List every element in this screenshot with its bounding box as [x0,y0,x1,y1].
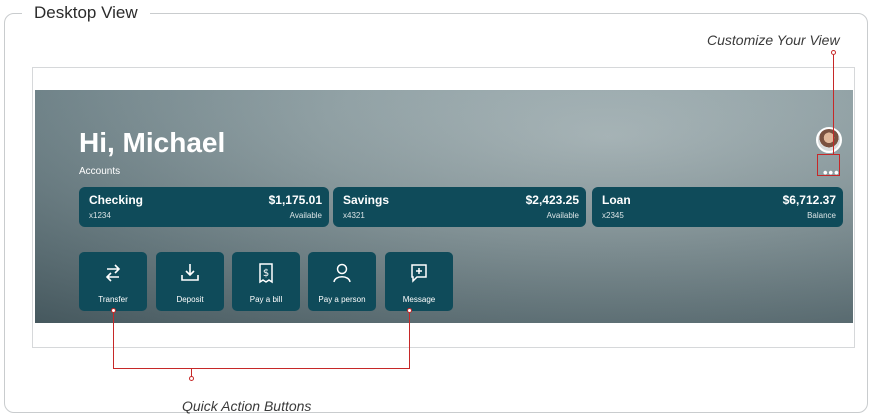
account-number: x4321 [343,211,365,220]
deposit-button[interactable]: Deposit [156,252,224,311]
customize-highlight [817,154,840,176]
transfer-button[interactable]: Transfer [79,252,147,311]
account-name: Savings [343,193,390,207]
account-card-checking[interactable]: Checking x1234 $1,175.01 Available [79,187,329,227]
callout-dot-right [407,308,412,313]
greeting: Hi, Michael [79,127,226,158]
accounts-label: Accounts [79,166,121,177]
account-number: x2345 [602,211,624,220]
pay-a-bill-label: Pay a bill [249,295,283,304]
dashboard-hero: Hi, Michael Accounts ••• Checking x1234 … [35,90,853,323]
account-card-loan[interactable]: Loan x2345 $6,712.37 Balance [592,187,843,227]
account-amount: $2,423.25 [525,193,579,207]
message-icon [411,264,427,283]
quick-actions-callout: Quick Action Buttons [182,398,312,414]
pay-a-person-label: Pay a person [318,295,366,304]
callout-line-customize [833,55,834,154]
account-number: x1234 [89,211,111,220]
bill-receipt-icon: $ [259,263,273,284]
pay-a-person-button[interactable]: Pay a person [308,252,376,311]
transfer-arrows-icon [105,264,121,282]
deposit-label: Deposit [176,295,204,304]
frame-title: Desktop View [22,2,150,24]
account-status: Balance [807,211,836,220]
account-amount: $6,712.37 [782,193,836,207]
account-amount: $1,175.01 [268,193,322,207]
callout-dot-customize [831,50,836,55]
callout-dot-quick-actions [189,376,194,381]
account-status: Available [546,211,579,220]
callout-dot-left [111,308,116,313]
callout-line-left [113,311,114,368]
account-name: Loan [602,193,631,207]
message-button[interactable]: Message [385,252,453,311]
message-label: Message [402,295,436,304]
customize-callout: Customize Your View [707,32,840,48]
pay-a-bill-button[interactable]: $ Pay a bill [232,252,300,311]
account-name: Checking [89,193,144,207]
callout-line-right [409,311,410,368]
person-icon [333,263,351,283]
svg-text:$: $ [263,268,269,279]
callout-line-bottom [113,368,410,369]
account-card-savings[interactable]: Savings x4321 $2,423.25 Available [333,187,586,227]
transfer-label: Transfer [98,295,128,304]
avatar[interactable] [816,127,842,153]
account-status: Available [289,211,322,220]
download-deposit-icon [181,264,199,281]
